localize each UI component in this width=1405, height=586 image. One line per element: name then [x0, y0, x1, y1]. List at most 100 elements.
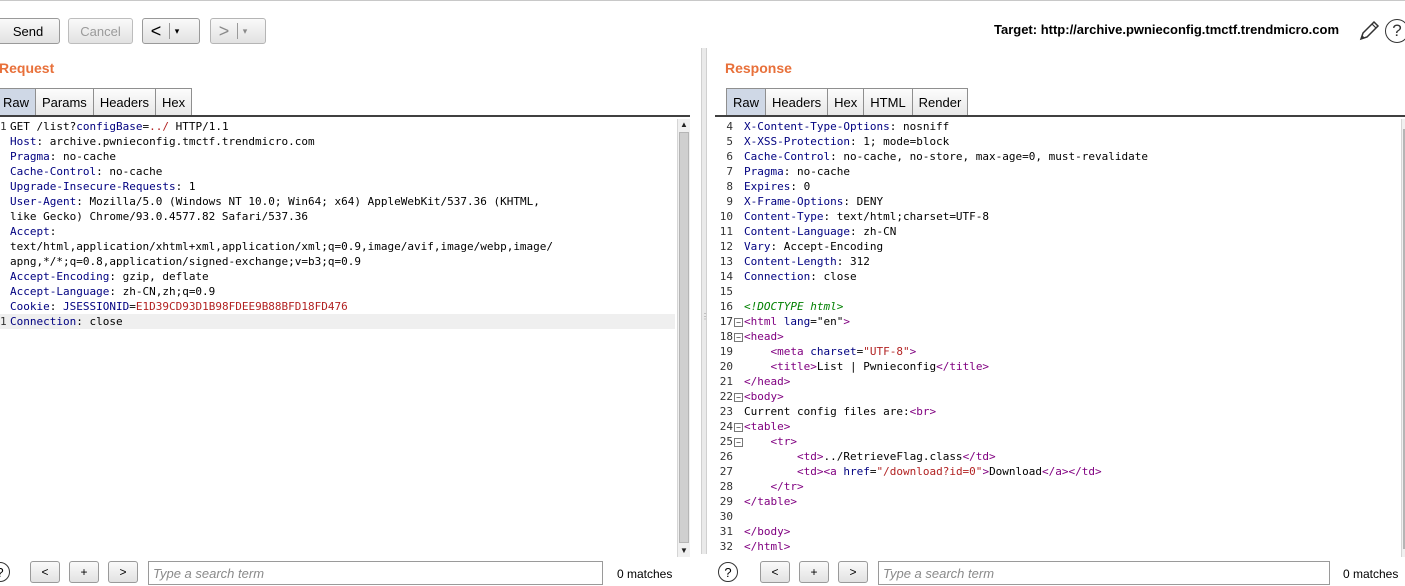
line-number: 22	[719, 390, 733, 403]
line-number: 12	[719, 240, 733, 253]
code-line[interactable]: 7 Pragma: no-cache	[715, 164, 1148, 179]
request-scrollbar[interactable]: ▲ ▼	[677, 119, 690, 557]
code-line[interactable]: 17− <html lang="en">	[715, 314, 1148, 329]
pane-splitter[interactable]	[701, 48, 707, 554]
code-line[interactable]: 20 <title>List | Pwnieconfig</title>	[715, 359, 1148, 374]
fold-toggle-icon[interactable]: −	[734, 422, 743, 432]
code-line[interactable]: 1 GET /list?configBase=../ HTTP/1.1	[0, 119, 675, 134]
code-line[interactable]: 29 </table>	[715, 494, 1148, 509]
code-token: </td>	[962, 450, 996, 463]
code-line[interactable]: 27 <td><a href="/download?id=0">Download…	[715, 464, 1148, 479]
scroll-up-icon[interactable]: ▲	[678, 119, 690, 131]
code-line[interactable]: 25− <tr>	[715, 434, 1148, 449]
code-line[interactable]: like Gecko) Chrome/93.0.4577.82 Safari/5…	[0, 209, 675, 224]
code-line[interactable]: Cookie: JSESSIONID=E1D39CD93D1B98FDEE9B8…	[0, 299, 675, 314]
add-button[interactable]: +	[799, 561, 829, 583]
code-token: apng,*/*;q=0.8,application/signed-exchan…	[10, 255, 361, 268]
response-editor[interactable]: 4 X-Content-Type-Options: nosniff 5 X-XSS-P…	[715, 119, 1401, 557]
request-editor[interactable]: 1 GET /list?configBase=../ HTTP/1.1 Host: …	[0, 119, 677, 557]
code-line[interactable]: 26 <td>../RetrieveFlag.class</td>	[715, 449, 1148, 464]
previous-match-button[interactable]: <	[30, 561, 60, 583]
tab-raw[interactable]: Raw	[0, 88, 37, 115]
tab-params[interactable]: Params	[35, 88, 94, 115]
code-line[interactable]: Accept:	[0, 224, 675, 239]
scroll-down-icon[interactable]: ▼	[678, 545, 690, 557]
line-number: 14	[719, 270, 733, 283]
code-token: : close	[810, 270, 857, 283]
code-token: Expires	[744, 180, 791, 193]
code-line[interactable]: Cache-Control: no-cache	[0, 164, 675, 179]
fold-toggle-icon[interactable]: −	[734, 317, 743, 327]
code-token: : no-cache	[783, 165, 850, 178]
code-line[interactable]: 30	[715, 509, 1148, 524]
tab-headers[interactable]: Headers	[765, 88, 829, 115]
code-line[interactable]: 14 Connection: close	[715, 269, 1148, 284]
code-line[interactable]: 19 <meta charset="UTF-8">	[715, 344, 1148, 359]
code-line[interactable]: 6 Cache-Control: no-cache, no-store, max-…	[715, 149, 1148, 164]
code-line[interactable]	[0, 329, 675, 344]
code-line[interactable]: 1 Connection: close	[0, 314, 675, 329]
code-line[interactable]: Host: archive.pwnieconfig.tmctf.trendmic…	[0, 134, 675, 149]
code-line[interactable]: 13 Content-Length: 312	[715, 254, 1148, 269]
code-line[interactable]: 24− <table>	[715, 419, 1148, 434]
line-number: 8	[726, 180, 733, 193]
code-line[interactable]: 9 X-Frame-Options: DENY	[715, 194, 1148, 209]
chevron-down-icon[interactable]: ▾	[238, 26, 252, 37]
request-title: Request	[0, 60, 55, 76]
code-line[interactable]: Accept-Language: zh-CN,zh;q=0.9	[0, 284, 675, 299]
send-button[interactable]: Send	[0, 18, 60, 44]
tab-hex[interactable]: Hex	[827, 88, 865, 115]
code-line[interactable]: Accept-Encoding: gzip, deflate	[0, 269, 675, 284]
code-line[interactable]: apng,*/*;q=0.8,application/signed-exchan…	[0, 254, 675, 269]
code-line[interactable]: 10 Content-Type: text/html;charset=UTF-8	[715, 209, 1148, 224]
code-line[interactable]	[0, 344, 675, 359]
code-line[interactable]: Upgrade-Insecure-Requests: 1	[0, 179, 675, 194]
fold-toggle-icon[interactable]: −	[734, 392, 743, 402]
code-line[interactable]: User-Agent: Mozilla/5.0 (Windows NT 10.0…	[0, 194, 675, 209]
tab-raw[interactable]: Raw	[726, 88, 767, 115]
code-line[interactable]: 4 X-Content-Type-Options: nosniff	[715, 119, 1148, 134]
code-line[interactable]: 32 </html>	[715, 539, 1148, 554]
chevron-down-icon[interactable]: ▾	[170, 26, 184, 37]
cancel-button[interactable]: Cancel	[68, 18, 133, 44]
code-line[interactable]: 8 Expires: 0	[715, 179, 1148, 194]
back-button[interactable]: < ▾	[142, 18, 200, 44]
code-line[interactable]: 23 Current config files are:<br>	[715, 404, 1148, 419]
help-icon[interactable]: ?	[0, 562, 10, 582]
line-number: 1	[0, 315, 7, 328]
code-line[interactable]: 16 <!DOCTYPE html>	[715, 299, 1148, 314]
search-input[interactable]	[878, 561, 1330, 585]
splitter-grip[interactable]: ⋮	[701, 312, 709, 322]
code-token: text/html,application/xhtml+xml,applicat…	[10, 240, 554, 253]
code-line[interactable]: text/html,application/xhtml+xml,applicat…	[0, 239, 675, 254]
code-line[interactable]: 28 </tr>	[715, 479, 1148, 494]
tab-headers[interactable]: Headers	[92, 88, 156, 115]
help-icon[interactable]: ?	[718, 562, 738, 582]
help-icon[interactable]: ?	[1385, 19, 1405, 43]
response-scrollbar[interactable]	[1401, 119, 1405, 557]
search-input[interactable]	[148, 561, 603, 585]
scroll-thumb[interactable]	[679, 132, 689, 543]
forward-button[interactable]: > ▾	[210, 18, 266, 44]
line-number: 18	[719, 330, 733, 343]
tab-hex[interactable]: Hex	[154, 88, 193, 115]
tab-html[interactable]: HTML	[863, 88, 913, 115]
code-line[interactable]: 22− <body>	[715, 389, 1148, 404]
code-line[interactable]: 11 Content-Language: zh-CN	[715, 224, 1148, 239]
code-line[interactable]: 15	[715, 284, 1148, 299]
fold-toggle-icon[interactable]: −	[734, 332, 743, 342]
pencil-icon[interactable]	[1356, 18, 1382, 44]
add-button[interactable]: +	[69, 561, 99, 583]
code-line[interactable]: 5 X-XSS-Protection: 1; mode=block	[715, 134, 1148, 149]
next-match-button[interactable]: >	[838, 561, 868, 583]
code-token: </body>	[744, 525, 791, 538]
next-match-button[interactable]: >	[108, 561, 138, 583]
fold-toggle-icon[interactable]: −	[734, 437, 743, 447]
code-line[interactable]: 31 </body>	[715, 524, 1148, 539]
code-line[interactable]: 21 </head>	[715, 374, 1148, 389]
previous-match-button[interactable]: <	[760, 561, 790, 583]
code-line[interactable]: Pragma: no-cache	[0, 149, 675, 164]
code-line[interactable]: 18− <head>	[715, 329, 1148, 344]
tab-render[interactable]: Render	[911, 88, 969, 115]
code-line[interactable]: 12 Vary: Accept-Encoding	[715, 239, 1148, 254]
